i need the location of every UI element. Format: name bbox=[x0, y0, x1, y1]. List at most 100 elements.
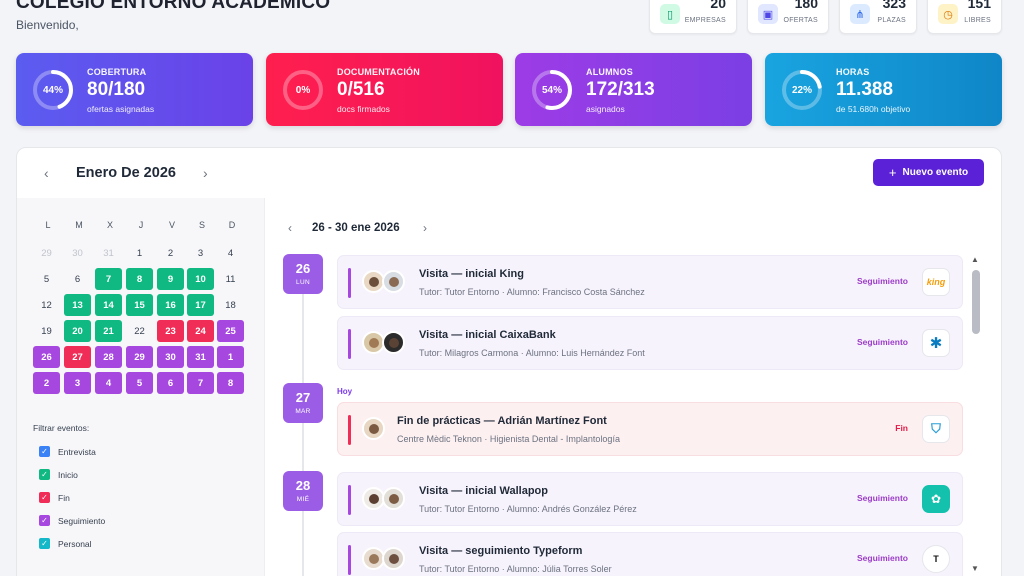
calendar-day[interactable]: 3 bbox=[187, 242, 214, 264]
calendar-day[interactable]: 25 bbox=[217, 320, 244, 342]
avatar-group bbox=[362, 331, 405, 357]
calendar-day[interactable]: 7 bbox=[95, 268, 122, 290]
checkbox-icon[interactable]: ✓ bbox=[39, 446, 50, 457]
day-badge: 27 MAR bbox=[283, 383, 323, 423]
checkbox-icon[interactable]: ✓ bbox=[39, 515, 50, 526]
calendar-day[interactable]: 8 bbox=[126, 268, 153, 290]
calendar-day[interactable]: 21 bbox=[95, 320, 122, 342]
calendar-day[interactable]: 31 bbox=[95, 242, 122, 264]
calendar-day[interactable]: 12 bbox=[33, 294, 60, 316]
filter-fin[interactable]: ✓ Fin bbox=[39, 492, 70, 503]
calendar-day[interactable]: 30 bbox=[64, 242, 91, 264]
calendar-day[interactable]: 1 bbox=[217, 346, 244, 368]
stat-libres[interactable]: ◷ 151 LIBRES bbox=[927, 0, 1002, 34]
avatar bbox=[382, 547, 405, 570]
calendar-day[interactable]: 4 bbox=[217, 242, 244, 264]
calendar-day[interactable]: 8 bbox=[217, 372, 244, 394]
calendar-day[interactable]: 14 bbox=[95, 294, 122, 316]
calendar-day[interactable]: 6 bbox=[64, 268, 91, 290]
checkbox-icon[interactable]: ✓ bbox=[39, 492, 50, 503]
weekday-label: V bbox=[168, 220, 175, 230]
month-title: Enero De 2026 bbox=[76, 165, 176, 181]
kpi-sub: asignados bbox=[586, 104, 625, 114]
prev-month-button[interactable]: ‹ bbox=[44, 165, 49, 181]
avatar bbox=[382, 270, 405, 293]
calendar-day[interactable]: 6 bbox=[157, 372, 184, 394]
stat-empresas[interactable]: ▯ 20 EMPRESAS bbox=[649, 0, 737, 34]
filter-title: Filtrar eventos: bbox=[33, 423, 90, 433]
filter-inicio[interactable]: ✓ Inicio bbox=[39, 469, 78, 480]
filter-personal[interactable]: ✓ Personal bbox=[39, 538, 92, 549]
calendar-day[interactable]: 27 bbox=[64, 346, 91, 368]
event-color-bar bbox=[348, 545, 351, 575]
calendar-day[interactable]: 10 bbox=[187, 268, 214, 290]
calendar-day[interactable]: 29 bbox=[126, 346, 153, 368]
typeform-logo-icon: T bbox=[922, 545, 950, 573]
calendar-day[interactable]: 2 bbox=[157, 242, 184, 264]
teknon-logo-icon: ⛉ bbox=[922, 415, 950, 443]
calendar-day[interactable]: 23 bbox=[157, 320, 184, 342]
calendar-day[interactable]: 30 bbox=[157, 346, 184, 368]
calendar-day[interactable]: 9 bbox=[157, 268, 184, 290]
calendar-day[interactable]: 28 bbox=[95, 346, 122, 368]
calendar-day[interactable]: 4 bbox=[95, 372, 122, 394]
king-logo-icon: king bbox=[922, 268, 950, 296]
plus-icon: + bbox=[888, 165, 897, 180]
event-card[interactable]: Visita — inicial CaixaBank Tutor: Milagr… bbox=[337, 316, 963, 370]
avatar-group bbox=[362, 487, 405, 513]
event-tag: Seguimiento bbox=[856, 276, 908, 286]
calendar-day[interactable]: 22 bbox=[126, 320, 153, 342]
event-card[interactable]: Fin de prácticas — Adrián Martínez Font … bbox=[337, 402, 963, 456]
calendar-day[interactable]: 15 bbox=[126, 294, 153, 316]
kpi-documentacion: 0% DOCUMENTACIÓN 0/516 docs firmados bbox=[266, 53, 503, 126]
filter-label: Fin bbox=[58, 492, 70, 503]
checkbox-icon[interactable]: ✓ bbox=[39, 538, 50, 549]
filter-entrevista[interactable]: ✓ Entrevista bbox=[39, 446, 96, 457]
calendar-day[interactable]: 29 bbox=[33, 242, 60, 264]
filter-seguimiento[interactable]: ✓ Seguimiento bbox=[39, 515, 105, 526]
next-month-button[interactable]: › bbox=[203, 165, 208, 181]
prev-week-button[interactable]: ‹ bbox=[288, 221, 292, 235]
calendar-day[interactable]: 13 bbox=[64, 294, 91, 316]
calendar-day[interactable]: 16 bbox=[157, 294, 184, 316]
calendar-day[interactable]: 7 bbox=[187, 372, 214, 394]
calendar-day[interactable]: 3 bbox=[64, 372, 91, 394]
calendar-day[interactable]: 5 bbox=[126, 372, 153, 394]
event-card[interactable]: Visita — seguimiento Typeform Tutor: Tut… bbox=[337, 532, 963, 576]
next-week-button[interactable]: › bbox=[423, 221, 427, 235]
event-color-bar bbox=[348, 268, 351, 298]
event-card[interactable]: Visita — inicial Wallapop Tutor: Tutor E… bbox=[337, 472, 963, 526]
calendar-day[interactable]: 18 bbox=[217, 294, 244, 316]
avatar-group bbox=[362, 547, 405, 573]
stat-ofertas[interactable]: ▣ 180 OFERTAS bbox=[747, 0, 829, 34]
kpi-value: 11.388 bbox=[836, 79, 894, 100]
page-title: COLEGIO ENTORNO ACADÉMICO bbox=[16, 0, 331, 13]
calendar-day[interactable]: 20 bbox=[64, 320, 91, 342]
scroll-down-icon[interactable]: ▼ bbox=[971, 564, 979, 573]
scroll-up-icon[interactable]: ▲ bbox=[971, 255, 979, 264]
avatar bbox=[362, 417, 385, 440]
calendar-day[interactable]: 31 bbox=[187, 346, 214, 368]
calendar-day[interactable]: 2 bbox=[33, 372, 60, 394]
calendar-day[interactable]: 19 bbox=[33, 320, 60, 342]
calendar-day[interactable]: 11 bbox=[217, 268, 244, 290]
weekday-label: X bbox=[106, 220, 113, 230]
kpi-value: 80/180 bbox=[87, 79, 146, 100]
weekday-label: J bbox=[138, 220, 144, 230]
stat-plazas[interactable]: ⋔ 323 PLAZAS bbox=[839, 0, 917, 34]
event-title: Fin de prácticas — Adrián Martínez Font bbox=[397, 415, 607, 427]
checkbox-icon[interactable]: ✓ bbox=[39, 469, 50, 480]
calendar-day[interactable]: 5 bbox=[33, 268, 60, 290]
calendar-day[interactable]: 17 bbox=[187, 294, 214, 316]
calendar-day[interactable]: 1 bbox=[126, 242, 153, 264]
day-number: 26 bbox=[295, 261, 311, 276]
calendar-day[interactable]: 24 bbox=[187, 320, 214, 342]
event-color-bar bbox=[348, 415, 351, 445]
event-card[interactable]: Visita — inicial King Tutor: Tutor Entor… bbox=[337, 255, 963, 309]
scrollbar-thumb[interactable] bbox=[972, 270, 980, 334]
weekday-label: M bbox=[75, 220, 83, 230]
calendar-day[interactable]: 26 bbox=[33, 346, 60, 368]
kpi-sub: de 51.680h objetivo bbox=[836, 104, 911, 114]
new-event-button[interactable]: + Nuevo evento bbox=[873, 159, 984, 186]
kpi-label: DOCUMENTACIÓN bbox=[337, 67, 420, 77]
